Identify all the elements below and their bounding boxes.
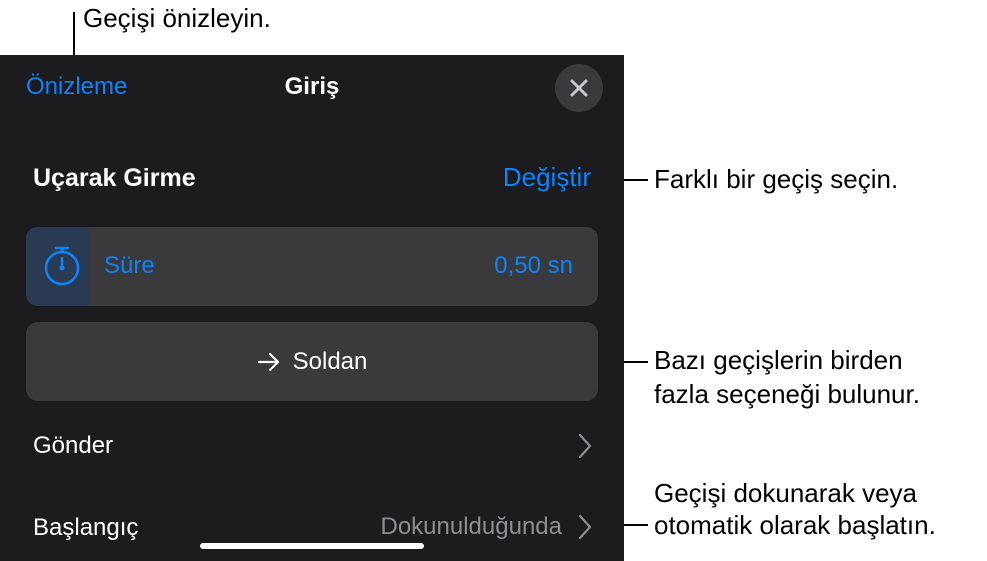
close-button[interactable]	[555, 64, 603, 112]
arrow-right-icon	[257, 352, 279, 371]
direction-button[interactable]: Soldan	[26, 322, 598, 401]
callout-change: Farklı bir geçiş seçin.	[654, 164, 899, 194]
chevron-right-icon[interactable]	[578, 514, 592, 540]
callout-start-line1: Geçişi dokunarak veya	[654, 478, 918, 508]
duration-value: 0,50 sn	[494, 252, 573, 279]
start-value: Dokunulduğunda	[380, 513, 563, 540]
duration-label: Süre	[104, 252, 155, 279]
callout-preview: Geçişi önizleyin.	[83, 3, 271, 33]
callout-options-line1: Bazı geçişlerin birden	[654, 345, 903, 375]
callout-options-line2: fazla seçeneği bulunur.	[654, 379, 920, 409]
deliver-row[interactable]: Gönder	[33, 432, 113, 460]
stopwatch-icon	[44, 246, 80, 286]
close-icon	[570, 79, 588, 97]
home-indicator	[200, 543, 424, 549]
change-button[interactable]: Değiştir	[503, 162, 591, 193]
callout-start-line2: otomatik olarak başlatın.	[654, 510, 936, 540]
start-row[interactable]: Başlangıç	[33, 514, 138, 542]
chevron-right-icon[interactable]	[578, 433, 592, 459]
panel-title: Giriş	[284, 73, 340, 100]
direction-label: Soldan	[292, 347, 368, 375]
effect-name: Uçarak Girme	[33, 164, 196, 192]
transition-panel: Önizleme Giriş Uçarak Girme Değiştir Sür…	[0, 55, 624, 561]
duration-control[interactable]: Süre 0,50 sn	[26, 227, 598, 306]
